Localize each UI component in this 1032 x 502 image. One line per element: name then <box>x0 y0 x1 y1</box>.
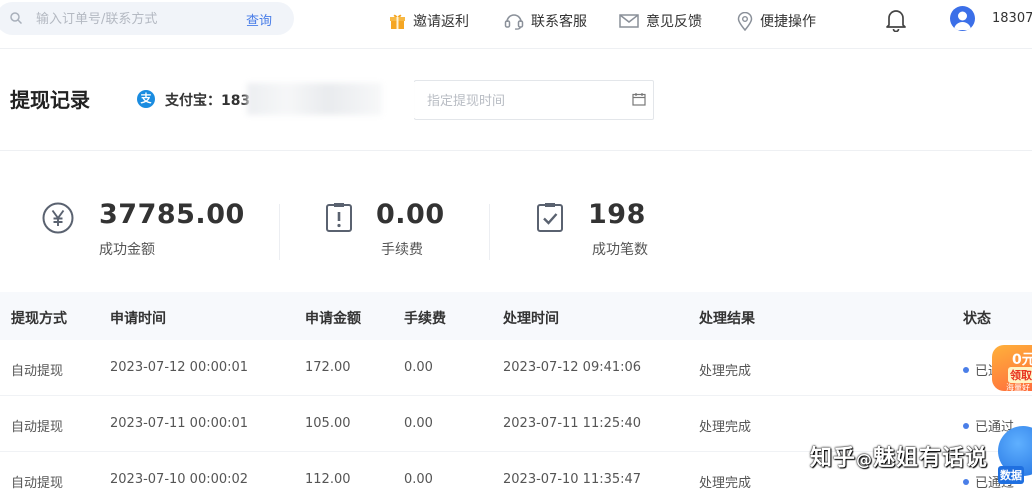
nav-service-label: 联系客服 <box>531 14 587 30</box>
user-id[interactable]: 18307 <box>992 11 1032 26</box>
cell-fee: 0.00 <box>404 416 433 431</box>
cell-apply-time: 2023-07-12 00:00:01 <box>110 360 249 375</box>
cell-method: 自动提现 <box>11 364 64 379</box>
redacted-account-mask <box>247 83 382 115</box>
data-badge-label: 数据 <box>998 466 1024 484</box>
location-pin-icon <box>737 11 753 31</box>
nav-feedback-label: 意见反馈 <box>646 14 702 30</box>
search-icon <box>10 12 22 24</box>
cell-fee: 0.00 <box>404 472 433 487</box>
stat-success-amount-value: 37785.00 <box>99 199 245 230</box>
stat-fee-value: 0.00 <box>376 199 445 230</box>
bell-icon[interactable] <box>885 8 907 32</box>
cell-method: 自动提现 <box>11 476 64 491</box>
page-title: 提现记录 <box>10 88 90 112</box>
cell-process-time: 2023-07-12 09:41:06 <box>503 360 642 375</box>
table-row: 自动提现 2023-07-12 00:00:01 172.00 0.00 202… <box>0 340 1032 396</box>
cell-fee: 0.00 <box>404 360 433 375</box>
watermark-name: 魅姐有话说 <box>873 446 989 471</box>
date-filter-input[interactable] <box>427 91 607 111</box>
calendar-icon[interactable] <box>632 92 646 106</box>
table-header: 提现方式 申请时间 申请金额 手续费 处理时间 处理结果 状态 <box>0 292 1032 340</box>
watermark-at: @ <box>856 450 874 469</box>
search-box: 查询 <box>0 2 294 35</box>
cell-apply-time: 2023-07-10 00:00:02 <box>110 472 249 487</box>
top-divider <box>0 48 1032 49</box>
cell-apply-time: 2023-07-11 00:00:01 <box>110 416 249 431</box>
status-dot <box>963 478 969 485</box>
cell-method: 自动提现 <box>11 420 64 435</box>
cell-amount: 105.00 <box>305 416 351 431</box>
stat-fee-label: 手续费 <box>381 242 423 258</box>
gift-icon <box>390 14 405 29</box>
alipay-account-label: 支付宝：183 <box>165 93 251 109</box>
status-dot <box>963 422 969 429</box>
status-dot <box>963 366 969 373</box>
cell-result: 处理完成 <box>699 364 752 379</box>
promo-line1: 0元 <box>1012 352 1032 368</box>
nav-feedback[interactable]: 意见反馈 <box>619 10 702 32</box>
promo-float-badge[interactable]: 0元 领取 海量好 <box>992 345 1032 395</box>
cell-amount: 172.00 <box>305 360 351 375</box>
headset-icon <box>504 14 524 30</box>
promo-line3: 海量好 <box>1006 383 1030 392</box>
column-header-apply-time: 申请时间 <box>110 311 166 327</box>
cell-process-time: 2023-07-11 11:25:40 <box>503 416 642 431</box>
cell-amount: 112.00 <box>305 472 351 487</box>
date-filter-fade <box>410 82 430 118</box>
date-filter[interactable] <box>414 80 654 120</box>
section-divider <box>0 150 1032 151</box>
watermark: 知乎@魅姐有话说 <box>810 440 988 472</box>
stat-success-count-label: 成功笔数 <box>592 242 648 258</box>
avatar[interactable] <box>950 6 975 31</box>
nav-quick-label: 便捷操作 <box>760 14 816 30</box>
search-input[interactable] <box>36 9 226 29</box>
nav-contact-service[interactable]: 联系客服 <box>504 10 587 32</box>
alert-clipboard-icon <box>326 203 352 232</box>
yen-circle-icon <box>42 202 74 234</box>
column-header-amount: 申请金额 <box>305 311 361 327</box>
column-header-method: 提现方式 <box>11 311 67 327</box>
stat-success-count-value: 198 <box>588 199 646 230</box>
cell-process-time: 2023-07-10 11:35:47 <box>503 472 642 487</box>
nav-invite-label: 邀请返利 <box>413 14 469 30</box>
column-header-fee: 手续费 <box>404 311 446 327</box>
alipay-icon: 支 <box>137 90 155 108</box>
user-icon <box>954 11 971 30</box>
data-float-badge[interactable]: 数据 <box>990 426 1032 496</box>
promo-line2: 领取 <box>1008 367 1032 383</box>
stat-divider <box>489 204 490 260</box>
checked-clipboard-icon <box>537 203 563 232</box>
nav-quick-actions[interactable]: 便捷操作 <box>737 10 816 32</box>
nav-invite-rebate[interactable]: 邀请返利 <box>389 10 469 32</box>
watermark-prefix: 知乎 <box>810 446 857 471</box>
column-header-result: 处理结果 <box>699 311 755 327</box>
mail-icon <box>619 14 639 28</box>
cell-result: 处理完成 <box>699 476 752 491</box>
column-header-status: 状态 <box>963 311 991 327</box>
stat-divider <box>279 204 280 260</box>
stat-success-amount-label: 成功金额 <box>99 242 155 258</box>
top-bar: 查询 邀请返利 联系客服 意见反馈 便捷操作 <box>0 0 1032 42</box>
cell-result: 处理完成 <box>699 420 752 435</box>
column-header-process-time: 处理时间 <box>503 311 559 327</box>
search-button[interactable]: 查询 <box>246 10 272 29</box>
